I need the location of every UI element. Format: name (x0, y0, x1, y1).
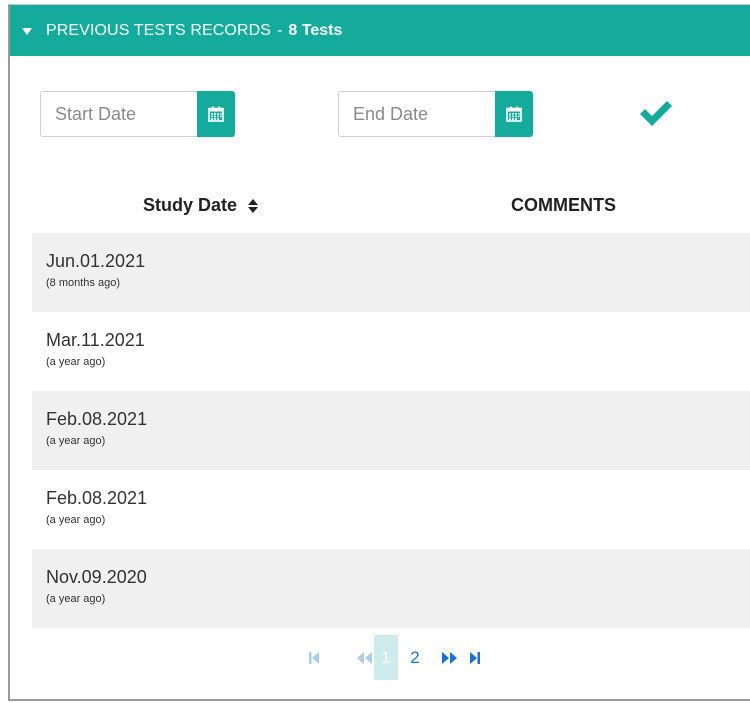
start-date-group (40, 91, 235, 137)
last-page-icon (470, 651, 480, 664)
end-date-calendar-button[interactable] (495, 91, 533, 137)
next-page-icon (442, 651, 457, 664)
row-study-date: Feb.08.2021 (46, 488, 148, 508)
study-date-column-header[interactable]: Study Date (143, 195, 259, 216)
study-date-header-label: Study Date (143, 195, 238, 215)
panel-header[interactable]: PREVIOUS TESTS RECORDS - 8 Tests (10, 5, 750, 56)
page-number: 1 (381, 647, 391, 667)
previous-page-button[interactable] (355, 635, 373, 680)
sort-icon[interactable] (247, 198, 259, 214)
row-relative-time: (8 months ago) (46, 277, 120, 289)
first-page-button[interactable] (307, 635, 321, 680)
last-page-button[interactable] (468, 635, 482, 680)
records-table-body: Jun.01.2021 (8 months ago) Mar.11.2021 (… (32, 233, 750, 628)
table-row[interactable]: Mar.11.2021 (a year ago) (32, 312, 750, 391)
page-1-button[interactable]: 1 (374, 635, 398, 680)
next-page-button[interactable] (441, 635, 459, 680)
row-study-date: Nov.09.2020 (46, 567, 147, 587)
calendar-icon (506, 106, 522, 122)
calendar-icon (208, 106, 224, 122)
row-relative-time: (a year ago) (46, 356, 106, 368)
panel-title: PREVIOUS TESTS RECORDS (46, 21, 272, 39)
first-page-icon (309, 651, 319, 664)
row-study-date: Feb.08.2021 (46, 409, 148, 429)
table-row[interactable]: Feb.08.2021 (a year ago) (32, 391, 750, 470)
table-row[interactable]: Feb.08.2021 (a year ago) (32, 470, 750, 549)
apply-filter-button[interactable] (638, 98, 674, 128)
page-number: 2 (410, 647, 420, 667)
row-relative-time: (a year ago) (46, 514, 106, 526)
previous-tests-panel: PREVIOUS TESTS RECORDS - 8 Tests Start D… (8, 4, 750, 701)
start-date-calendar-button[interactable] (197, 91, 235, 137)
table-row[interactable]: Nov.09.2020 (a year ago) (32, 549, 750, 628)
table-row[interactable]: Jun.01.2021 (8 months ago) (32, 233, 750, 312)
row-relative-time: (a year ago) (46, 435, 106, 447)
previous-page-icon (357, 651, 372, 664)
start-date-input[interactable] (40, 91, 197, 137)
comments-header-label: COMMENTS (511, 195, 616, 215)
row-study-date: Mar.11.2021 (46, 330, 145, 350)
page-2-button[interactable]: 2 (406, 635, 424, 680)
row-relative-time: (a year ago) (46, 593, 106, 605)
pagination: 1 2 (10, 635, 750, 680)
tests-count: 8 Tests (288, 21, 343, 39)
comments-column-header: COMMENTS (511, 195, 616, 216)
title-separator: - (277, 21, 283, 39)
row-study-date: Jun.01.2021 (46, 251, 146, 271)
caret-down-icon (22, 27, 32, 35)
end-date-group (338, 91, 533, 137)
end-date-input[interactable] (338, 91, 495, 137)
checkmark-icon (640, 101, 672, 126)
